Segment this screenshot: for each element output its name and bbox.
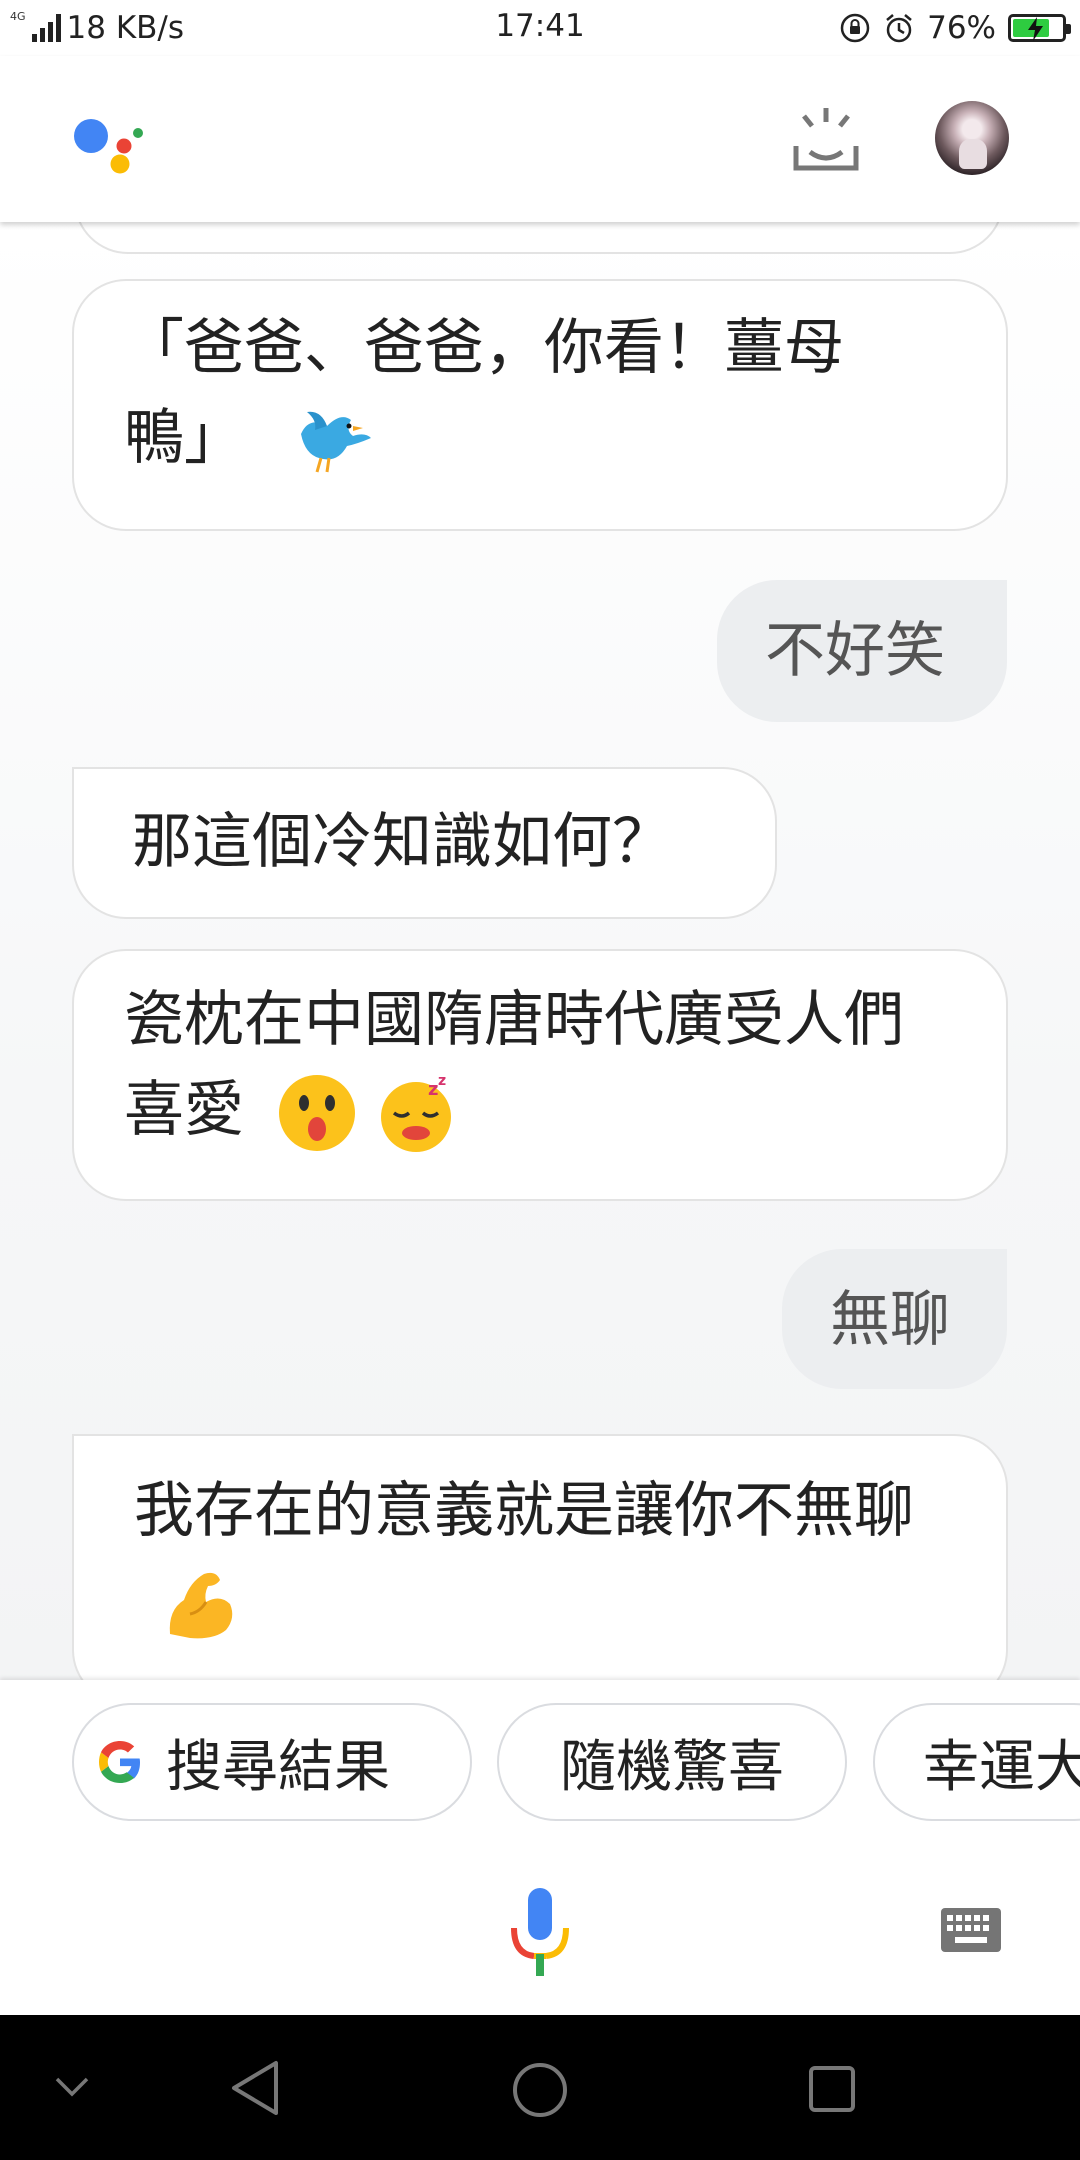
chip-label: 搜尋結果 <box>166 1734 390 1800</box>
back-icon[interactable] <box>228 2059 282 2117</box>
user-message: 不好笑 <box>717 580 1007 722</box>
message-text: 瓷枕在中國隋唐時代廣受人們喜愛 <box>124 985 904 1145</box>
keyboard-icon[interactable] <box>941 1908 1001 1952</box>
battery-percent: 76% <box>927 10 996 46</box>
bird-icon <box>301 412 372 473</box>
mic-icon[interactable] <box>510 1888 570 1978</box>
suggestion-chip-random-surprise[interactable]: 隨機驚喜 <box>497 1703 847 1821</box>
assistant-message: 「爸爸、爸爸，你看！薑母鴨」 <box>72 279 1008 531</box>
status-right: 76% <box>839 6 1071 50</box>
flexed-biceps-icon <box>169 1573 233 1639</box>
collapse-icon[interactable] <box>54 2075 90 2099</box>
google-g-icon <box>99 1741 140 1783</box>
system-nav-bar <box>0 2015 1080 2160</box>
rotation-lock-icon <box>840 13 870 43</box>
chip-label: 幸運大 <box>923 1734 1080 1800</box>
home-icon[interactable] <box>511 2061 569 2119</box>
assistant-message: 那這個冷知識如何？ <box>72 767 777 919</box>
google-assistant-dots-icon[interactable] <box>72 106 152 176</box>
recents-icon[interactable] <box>808 2065 856 2113</box>
previous-bubble <box>74 222 1004 254</box>
suggestion-chip-lucky[interactable]: 幸運大 <box>873 1703 1080 1821</box>
input-bar <box>0 1850 1080 2015</box>
svg-text:z: z <box>428 1079 438 1100</box>
sleeping-face-icon: z z <box>381 1073 452 1153</box>
assistant-message: 我存在的意義就是讓你不無聊 <box>72 1434 1008 1680</box>
message-text: 無聊 <box>830 1285 950 1355</box>
assistant-header <box>0 56 1080 222</box>
message-text: 那這個冷知識如何？ <box>132 807 672 877</box>
message-text: 「爸爸、爸爸，你看！薑母鴨」 <box>124 313 844 473</box>
alarm-icon <box>886 14 912 43</box>
message-text: 不好笑 <box>765 616 945 686</box>
battery-icon <box>1008 14 1071 42</box>
status-bar: 4G 18 KB/s 17:41 76% <box>0 0 1080 56</box>
avatar[interactable] <box>935 101 1009 175</box>
svg-text:z: z <box>438 1073 446 1089</box>
assistant-message: 瓷枕在中國隋唐時代廣受人們喜愛 z z <box>72 949 1008 1201</box>
hushed-face-icon <box>279 1075 356 1152</box>
chip-label: 隨機驚喜 <box>560 1734 784 1800</box>
conversation-thread[interactable]: 「爸爸、爸爸，你看！薑母鴨」 不好笑 那這個冷知識如何？ 瓷枕在中國隋唐時代廣受… <box>0 222 1080 1680</box>
suggestion-chip-search-results[interactable]: 搜尋結果 <box>72 1703 472 1821</box>
snapshot-tray-icon[interactable] <box>790 106 866 178</box>
message-text: 我存在的意義就是讓你不無聊 <box>134 1476 914 1546</box>
user-message: 無聊 <box>782 1249 1007 1389</box>
suggestion-chips: 搜尋結果 隨機驚喜 幸運大 <box>0 1680 1080 1850</box>
